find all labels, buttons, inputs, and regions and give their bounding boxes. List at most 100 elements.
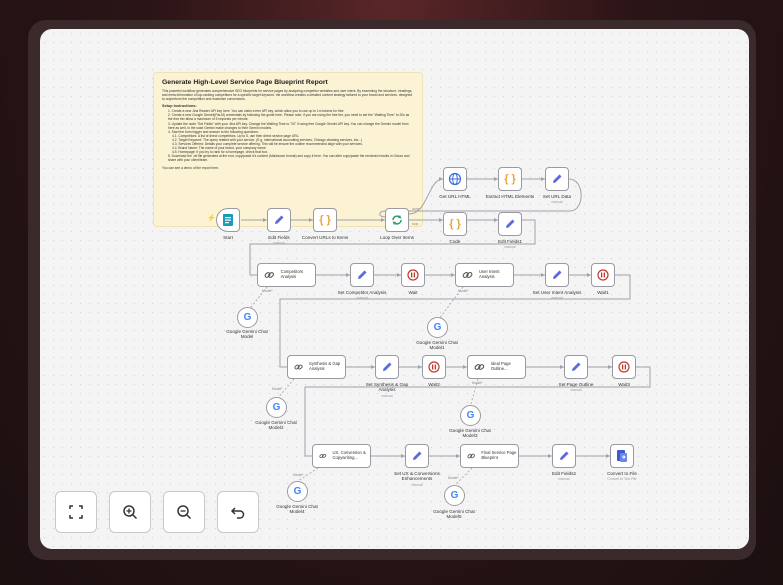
zoom-out-button[interactable] [163, 491, 205, 533]
set-competitor-node[interactable] [350, 263, 374, 287]
synthesis-node[interactable]: Synthesis & Gap Analysis [287, 355, 346, 379]
wait2-label: Wait2 [428, 382, 440, 387]
model-port-label: Model* [448, 476, 459, 480]
edit-fields2-node[interactable] [552, 444, 576, 468]
wait3-node[interactable] [612, 355, 636, 379]
wait-label: Wait [408, 290, 418, 295]
edit-fields-node[interactable] [267, 208, 291, 232]
chain-link-icon [462, 272, 473, 278]
ideal-outline-label: Ideal Page Outline... [490, 361, 511, 371]
gemini-model1-label: Google Gemini Chat Model1 [416, 340, 458, 351]
google-g-icon: G [466, 410, 475, 421]
file-convert-icon [617, 450, 627, 462]
trigger-bolt-icon: ⚡ [207, 215, 216, 222]
wait-node[interactable] [401, 263, 425, 287]
competitors-analysis-node[interactable]: Competitors Analysis [257, 263, 316, 287]
fit-view-button[interactable] [55, 491, 97, 533]
fullscreen-icon [69, 505, 83, 519]
google-g-icon: G [450, 490, 459, 501]
set-user-intent-sub: manual [551, 296, 563, 300]
google-g-icon: G [243, 312, 252, 323]
user-intent-node[interactable]: User Intent Analysis [455, 263, 514, 287]
set-ux-sub: manual [411, 483, 423, 487]
ux-conversion-node[interactable]: UX, Conversion & Copywriting... [312, 444, 371, 468]
pause-icon [618, 361, 630, 373]
google-g-icon: G [433, 322, 442, 333]
zoom-out-icon [177, 505, 192, 520]
google-g-icon: G [293, 486, 302, 497]
extract-html-node[interactable]: { } [498, 167, 522, 191]
gemini-model5-label: Google Gemini Chat Model5 [433, 509, 475, 520]
gemini-model-node[interactable]: G [237, 307, 258, 328]
convert-file-label: Convert to File [607, 471, 637, 476]
gemini-model4-node[interactable]: G [287, 481, 308, 502]
code-node[interactable]: { } [443, 212, 467, 236]
convert-urls-label: Convert URLs to Items [301, 235, 349, 240]
set-user-intent-node[interactable] [545, 263, 569, 287]
gemini-model3-node[interactable]: G [460, 405, 481, 426]
convert-file-sub: Convert to Text File [607, 477, 637, 481]
user-intent-label: User Intent Analysis [479, 269, 500, 279]
pencil-icon [506, 219, 515, 228]
pencil-icon [553, 270, 562, 279]
pencil-icon [383, 362, 392, 371]
chain-link-icon [319, 453, 327, 459]
wait2-node[interactable] [422, 355, 446, 379]
edit-fields1-node[interactable] [498, 212, 522, 236]
set-ux-node[interactable] [405, 444, 429, 468]
chain-link-icon [264, 272, 275, 278]
undo-button[interactable] [217, 491, 259, 533]
gemini-model1-node[interactable]: G [427, 317, 448, 338]
undo-icon [230, 507, 245, 519]
pencil-icon [358, 270, 367, 279]
gemini-model3-label: Google Gemini Chat Model3 [449, 428, 491, 439]
final-blueprint-node[interactable]: Final Service Page Blueprint [460, 444, 519, 468]
zoom-in-button[interactable] [109, 491, 151, 533]
wait1-label: Wait1 [597, 290, 609, 295]
start-node[interactable] [216, 208, 240, 232]
gemini-model4-label: Google Gemini Chat Model4 [276, 504, 318, 515]
final-blueprint-label: Final Service Page Blueprint [481, 450, 517, 460]
pencil-icon [553, 174, 562, 183]
code-braces-icon: { } [449, 218, 461, 230]
model-port-label: Model* [458, 289, 469, 293]
code-braces-icon: { } [504, 173, 516, 185]
set-synthesis-sub: manual [381, 394, 393, 398]
loop-icon [392, 215, 402, 225]
edit-fields-sub: manual [273, 241, 285, 245]
convert-urls-node[interactable]: { } [313, 208, 337, 232]
pause-icon [407, 269, 419, 281]
edit-fields1-label: Edit Fields1 [497, 239, 522, 244]
loop-node[interactable] [385, 208, 409, 232]
chain-link-icon [474, 364, 485, 370]
form-icon [223, 214, 233, 226]
set-ux-label: Set UX & Conversions Enhancements [394, 471, 440, 482]
ideal-outline-node[interactable]: Ideal Page Outline... [467, 355, 526, 379]
model-port-label: Model* [262, 289, 273, 293]
wait3-label: Wait3 [618, 382, 630, 387]
set-url-data-node[interactable] [545, 167, 569, 191]
gemini-model2-node[interactable]: G [266, 397, 287, 418]
convert-file-node[interactable] [610, 444, 634, 468]
code-braces-icon: { } [319, 214, 331, 226]
pause-icon [428, 361, 440, 373]
pencil-icon [560, 451, 569, 460]
pause-icon [597, 269, 609, 281]
wait1-node[interactable] [591, 263, 615, 287]
synthesis-label: Synthesis & Gap Analysis [309, 361, 341, 371]
pencil-icon [413, 451, 422, 460]
set-url-data-sub: manual [551, 200, 563, 204]
set-competitor-sub: manual [356, 296, 368, 300]
edit-fields2-sub: manual [558, 477, 570, 481]
gemini-model-label: Google Gemini Chat Model [226, 329, 268, 340]
edit-fields1-sub: manual [504, 245, 516, 249]
set-synthesis-node[interactable] [375, 355, 399, 379]
workflow-canvas[interactable]: Generate High-Level Service Page Bluepri… [40, 29, 749, 549]
google-g-icon: G [272, 402, 281, 413]
set-outline-node[interactable] [564, 355, 588, 379]
pencil-icon [572, 362, 581, 371]
zoom-in-icon [123, 505, 138, 520]
get-url-html-node[interactable] [443, 167, 467, 191]
gemini-model5-node[interactable]: G [444, 485, 465, 506]
model-port-label: Model* [472, 381, 483, 385]
